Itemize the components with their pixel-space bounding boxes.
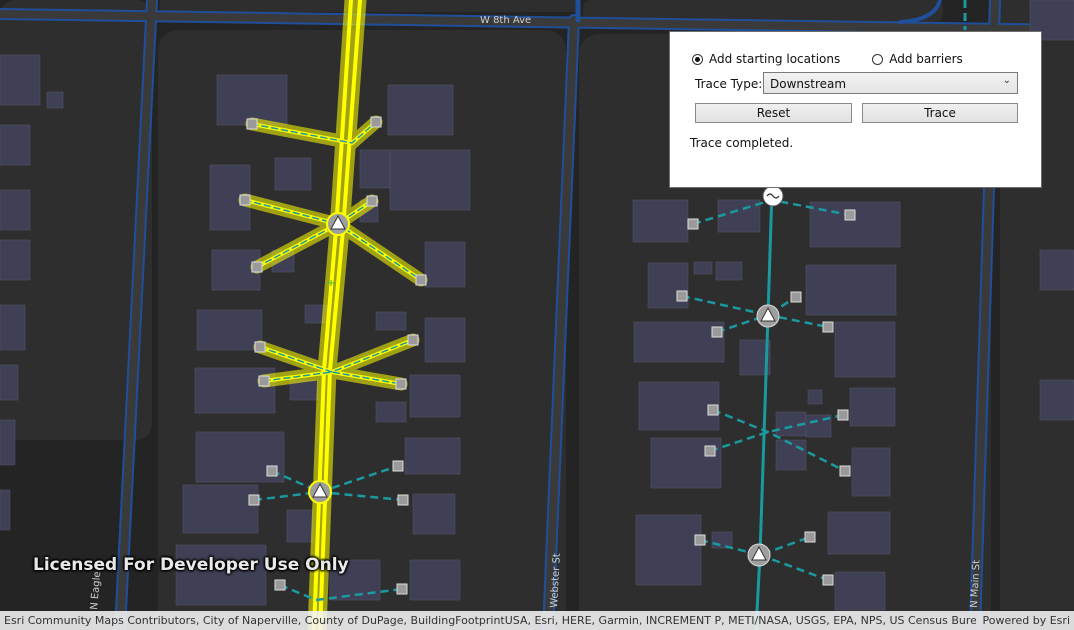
trace-type-label: Trace Type: bbox=[695, 77, 763, 91]
trace-type-value: Downstream bbox=[770, 77, 847, 91]
street-label-eagle: N Eagle bbox=[89, 571, 103, 610]
switch-circle-icon[interactable] bbox=[762, 185, 784, 207]
trace-status-text: Trace completed. bbox=[690, 136, 794, 150]
add-starting-locations-radio[interactable] bbox=[692, 53, 703, 65]
map-attribution-bar: Esri Community Maps Contributors, City o… bbox=[0, 611, 1074, 630]
trace-type-dropdown[interactable]: Downstream ⌄ bbox=[763, 72, 1018, 94]
street-label-w8th: W 8th Ave bbox=[480, 15, 531, 26]
trace-mode-radio-group: Add starting locations Add barriers bbox=[692, 52, 995, 66]
reset-button[interactable]: Reset bbox=[695, 103, 852, 123]
chevron-down-icon: ⌄ bbox=[1002, 75, 1011, 86]
add-barriers-radio[interactable] bbox=[872, 53, 884, 65]
add-barriers-label[interactable]: Add barriers bbox=[889, 52, 963, 66]
developer-license-watermark: Licensed For Developer Use Only bbox=[33, 555, 349, 575]
trace-options-panel: Add starting locations Add barriers Trac… bbox=[669, 31, 1042, 188]
add-starting-locations-label[interactable]: Add starting locations bbox=[709, 52, 840, 66]
powered-by-esri[interactable]: Powered by Esri bbox=[982, 614, 1070, 627]
attribution-text[interactable]: Esri Community Maps Contributors, City o… bbox=[4, 614, 976, 627]
trace-button[interactable]: Trace bbox=[862, 103, 1018, 123]
